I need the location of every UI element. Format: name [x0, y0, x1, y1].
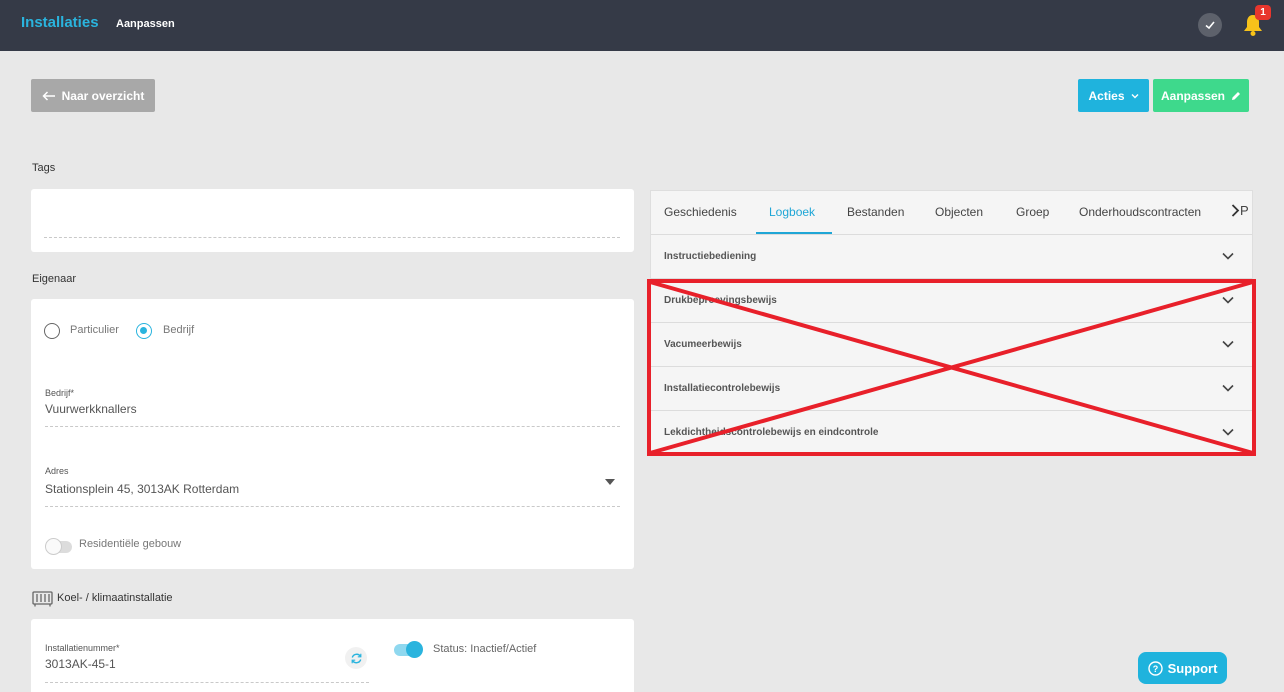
app-title[interactable]: Installaties [21, 14, 99, 31]
support-label: Support [1167, 660, 1218, 676]
radio-particulier[interactable] [44, 323, 60, 339]
tab-groep[interactable]: Groep [1016, 205, 1049, 219]
status-label: Status: Inactief/Actief [433, 643, 537, 655]
notification-badge: 1 [1255, 5, 1271, 20]
tab-bestanden[interactable]: Bestanden [847, 205, 904, 219]
chevron-down-icon [1222, 252, 1234, 260]
tab-scroll-right[interactable]: P [1231, 203, 1249, 218]
owner-card: Particulier Bedrijf Bedrijf* Vuurwerkkna… [31, 299, 634, 569]
installation-number-label: Installatienummer* [45, 643, 120, 653]
tab-objecten[interactable]: Objecten [935, 205, 983, 219]
help-icon: ? [1147, 660, 1163, 676]
pencil-icon [1232, 91, 1241, 100]
breadcrumb: Aanpassen [116, 18, 175, 30]
residential-toggle-knob[interactable] [45, 538, 62, 555]
installation-card: Installatienummer* 3013AK-45-1 Status: I… [31, 619, 634, 692]
arrow-left-icon [42, 90, 55, 101]
status-toggle-knob[interactable] [406, 641, 423, 658]
company-field[interactable]: Vuurwerkknallers [45, 402, 137, 416]
edit-label: Aanpassen [1160, 88, 1226, 103]
top-bar: Installaties Aanpassen 1 [0, 0, 1284, 51]
radio-bedrijf[interactable] [136, 323, 152, 339]
radio-bedrijf-label: Bedrijf [163, 324, 195, 336]
radio-particulier-label: Particulier [70, 324, 119, 336]
tab-bar: Geschiedenis Logboek Bestanden Objecten … [651, 191, 1252, 235]
active-tab-indicator [756, 232, 832, 234]
tags-section-label: Tags [32, 162, 56, 174]
installation-number-underline [45, 682, 369, 683]
refresh-button[interactable] [345, 647, 367, 669]
company-field-label: Bedrijf* [45, 388, 75, 398]
support-button[interactable]: ? Support [1138, 652, 1227, 684]
back-to-overview-button[interactable]: Naar overzicht [31, 79, 155, 112]
edit-button[interactable]: Aanpassen [1153, 79, 1249, 112]
accordion-item-instructiebediening[interactable]: Instructiebediening [651, 235, 1252, 279]
refresh-icon [351, 653, 361, 663]
tags-input[interactable] [44, 237, 620, 238]
tab-logboek[interactable]: Logboek [769, 205, 815, 219]
actions-dropdown-button[interactable]: Acties [1078, 79, 1149, 112]
tab-geschiedenis[interactable]: Geschiedenis [664, 205, 737, 219]
chevron-right-icon [1231, 204, 1240, 217]
company-underline [45, 426, 620, 427]
owner-section-label: Eigenaar [32, 273, 77, 285]
chevron-down-icon [1131, 93, 1139, 98]
accordion-label: Instructiebediening [664, 251, 757, 262]
installation-number-field[interactable]: 3013AK-45-1 [45, 657, 116, 671]
tab-onderhoudscontracten[interactable]: Onderhoudscontracten [1079, 205, 1201, 219]
address-field-label: Adres [45, 466, 69, 476]
svg-text:?: ? [1152, 664, 1158, 674]
check-icon[interactable] [1198, 13, 1222, 37]
back-label: Naar overzicht [61, 88, 145, 103]
actions-label: Acties [1088, 88, 1125, 103]
installation-section-label: Koel- / klimaatinstallatie [57, 592, 173, 604]
radiator-icon [32, 591, 53, 607]
address-underline [45, 506, 620, 507]
tab-overflow-label: P [1240, 203, 1249, 218]
tags-card [31, 189, 634, 252]
red-cross-annotation [647, 279, 1256, 456]
residential-label: Residentiële gebouw [79, 538, 182, 550]
dropdown-arrow-icon[interactable] [605, 479, 615, 485]
address-field[interactable]: Stationsplein 45, 3013AK Rotterdam [45, 482, 239, 496]
